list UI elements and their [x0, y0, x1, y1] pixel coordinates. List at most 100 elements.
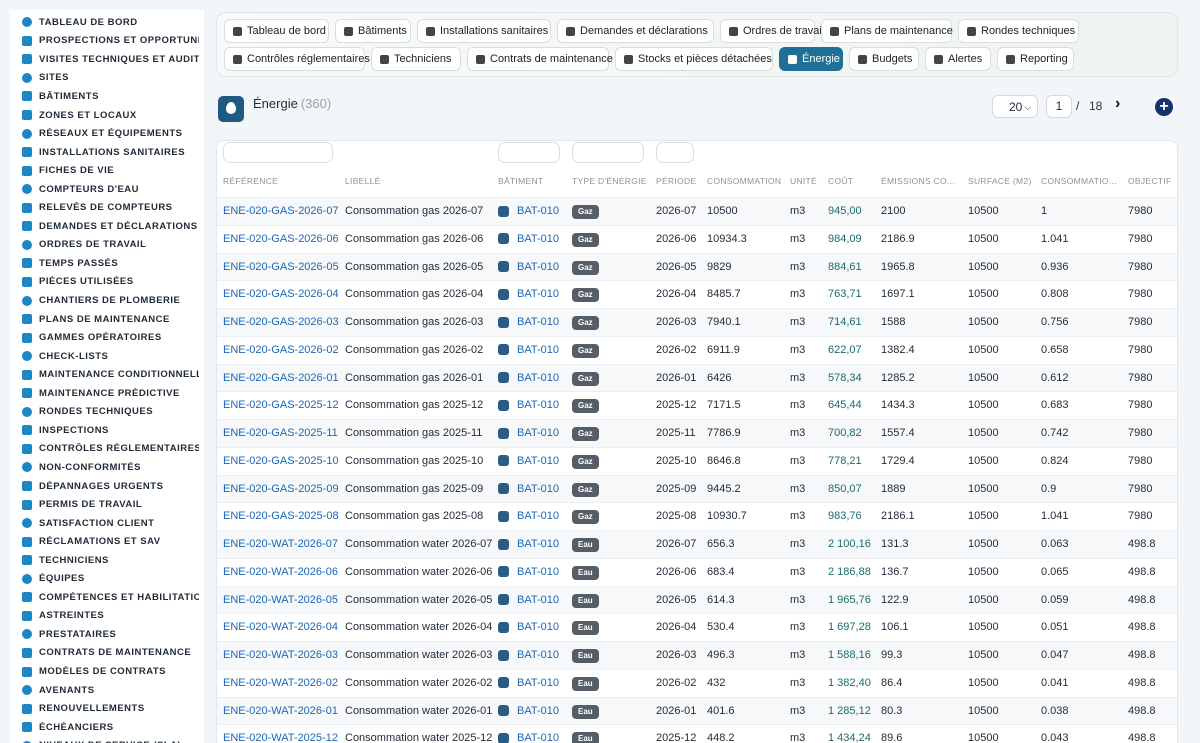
nav-tab[interactable]: Bâtiments — [335, 19, 411, 43]
table-row[interactable]: ENE-020-GAS-2025-09 Consommation gas 2025… — [217, 474, 1177, 503]
column-header[interactable]: BÂTIMENT — [498, 176, 543, 186]
reference-link[interactable]: ENE-020-GAS-2025-08 — [223, 510, 339, 522]
sidebar-item[interactable]: NON-CONFORMITÉS — [10, 458, 199, 477]
column-header[interactable]: CONSOMMATIO... — [1041, 176, 1119, 186]
nav-tab[interactable]: Contrats de maintenance — [467, 47, 613, 71]
sidebar-item[interactable]: PRESTATAIRES — [10, 625, 199, 644]
sidebar-item[interactable]: BÂTIMENTS — [10, 87, 199, 106]
table-row[interactable]: ENE-020-GAS-2026-01 Consommation gas 2026… — [217, 363, 1177, 392]
table-row[interactable]: ENE-020-WAT-2026-03 Consommation water 20… — [217, 641, 1177, 669]
sidebar-item[interactable]: PIÈCES UTILISÉES — [10, 273, 199, 292]
building-link[interactable]: BAT-010 — [498, 649, 559, 661]
table-row[interactable]: ENE-020-WAT-2026-07 Consommation water 20… — [217, 530, 1177, 558]
column-header[interactable]: COÛT — [828, 176, 853, 186]
sidebar-item[interactable]: RÉCLAMATIONS ET SAV — [10, 532, 199, 551]
reference-link[interactable]: ENE-020-WAT-2026-01 — [223, 705, 338, 717]
sidebar-item[interactable]: MODÈLES DE CONTRATS — [10, 662, 199, 681]
nav-tab-active[interactable]: Énergie — [779, 47, 843, 71]
reference-link[interactable]: ENE-020-GAS-2026-06 — [223, 233, 339, 245]
sidebar-item[interactable]: TEMPS PASSÉS — [10, 254, 199, 273]
table-row[interactable]: ENE-020-GAS-2025-12 Consommation gas 2025… — [217, 391, 1177, 419]
column-filter-input[interactable] — [223, 142, 333, 163]
column-header[interactable]: PÉRIODE — [656, 176, 696, 186]
table-row[interactable]: ENE-020-GAS-2025-08 Consommation gas 2025… — [217, 502, 1177, 530]
sidebar-item[interactable]: FICHES DE VIE — [10, 161, 199, 180]
sidebar-item[interactable]: MAINTENANCE CONDITIONNELLE — [10, 365, 199, 384]
table-row[interactable]: ENE-020-WAT-2026-06 Consommation water 20… — [217, 557, 1177, 586]
reference-link[interactable]: ENE-020-WAT-2026-06 — [223, 566, 338, 578]
column-header[interactable]: UNITÉ — [790, 176, 817, 186]
column-header[interactable]: RÉFÉRENCE — [223, 176, 278, 186]
sidebar-item[interactable]: ÉQUIPES — [10, 570, 199, 589]
column-header[interactable]: ÉMISSIONS CO... — [881, 176, 959, 186]
table-row[interactable]: ENE-020-GAS-2025-10 Consommation gas 2025… — [217, 446, 1177, 475]
building-link[interactable]: BAT-010 — [498, 427, 559, 439]
table-row[interactable]: ENE-020-GAS-2026-03 Consommation gas 2026… — [217, 308, 1177, 336]
building-link[interactable]: BAT-010 — [498, 621, 559, 633]
table-row[interactable]: ENE-020-WAT-2025-12 Consommation water 20… — [217, 724, 1177, 743]
sidebar-item[interactable]: GAMMES OPÉRATOIRES — [10, 328, 199, 347]
sidebar-item[interactable]: ZONES ET LOCAUX — [10, 106, 199, 125]
sidebar-item[interactable]: PLANS DE MAINTENANCE — [10, 310, 199, 329]
reference-link[interactable]: ENE-020-GAS-2025-11 — [223, 427, 338, 439]
sidebar-item[interactable]: ASTREINTES — [10, 607, 199, 626]
reference-link[interactable]: ENE-020-GAS-2026-07 — [223, 205, 339, 217]
page-size-select[interactable]: 20 ⌵ — [992, 95, 1038, 118]
column-header[interactable]: CONSOMMATION — [707, 176, 781, 186]
sidebar-item[interactable]: PERMIS DE TRAVAIL — [10, 495, 199, 514]
table-row[interactable]: ENE-020-WAT-2026-02 Consommation water 20… — [217, 668, 1177, 697]
building-link[interactable]: BAT-010 — [498, 732, 559, 743]
building-link[interactable]: BAT-010 — [498, 566, 559, 578]
nav-tab[interactable]: Stocks et pièces détachées — [615, 47, 773, 71]
nav-tab[interactable]: Reporting — [997, 47, 1074, 71]
reference-link[interactable]: ENE-020-WAT-2026-04 — [223, 621, 338, 633]
nav-tab[interactable]: Rondes techniques — [958, 19, 1079, 43]
table-row[interactable]: ENE-020-WAT-2026-01 Consommation water 20… — [217, 696, 1177, 725]
nav-tab[interactable]: Techniciens — [371, 47, 461, 71]
nav-tab[interactable]: Contrôles réglementaires — [224, 47, 370, 71]
table-row[interactable]: ENE-020-GAS-2026-06 Consommation gas 2026… — [217, 224, 1177, 253]
add-record-button[interactable]: + — [1155, 98, 1173, 116]
sidebar-item[interactable]: PROSPECTIONS ET OPPORTUNITÉS — [10, 32, 199, 51]
building-link[interactable]: BAT-010 — [498, 538, 559, 550]
sidebar-item[interactable]: RONDES TECHNIQUES — [10, 403, 199, 422]
column-filter-input[interactable] — [498, 142, 560, 163]
reference-link[interactable]: ENE-020-GAS-2026-01 — [223, 372, 339, 384]
building-link[interactable]: BAT-010 — [498, 594, 559, 606]
reference-link[interactable]: ENE-020-WAT-2026-07 — [223, 538, 338, 550]
current-page-input[interactable]: 1 — [1046, 95, 1072, 118]
nav-tab[interactable]: Demandes et déclarations — [557, 19, 714, 43]
sidebar-item[interactable]: COMPÉTENCES ET HABILITATIONS — [10, 588, 199, 607]
table-row[interactable]: ENE-020-GAS-2026-04 Consommation gas 2026… — [217, 280, 1177, 308]
column-header[interactable]: OBJECTIF — [1128, 176, 1172, 186]
sidebar-item[interactable]: COMPTEURS D'EAU — [10, 180, 199, 199]
sidebar-item[interactable]: TABLEAU DE BORD — [10, 13, 199, 32]
table-row[interactable]: ENE-020-GAS-2026-05 Consommation gas 2026… — [217, 252, 1177, 281]
sidebar-item[interactable]: DEMANDES ET DÉCLARATIONS — [10, 217, 199, 236]
sidebar-item[interactable]: SATISFACTION CLIENT — [10, 514, 199, 533]
building-link[interactable]: BAT-010 — [498, 705, 559, 717]
sidebar-item[interactable]: CHANTIERS DE PLOMBERIE — [10, 291, 199, 310]
next-page-button[interactable]: › — [1115, 95, 1120, 113]
table-row[interactable]: ENE-020-WAT-2026-05 Consommation water 20… — [217, 585, 1177, 614]
sidebar-item[interactable]: DÉPANNAGES URGENTS — [10, 477, 199, 496]
nav-tab[interactable]: Ordres de travail — [720, 19, 824, 43]
sidebar-item[interactable]: INSPECTIONS — [10, 421, 199, 440]
reference-link[interactable]: ENE-020-WAT-2026-02 — [223, 677, 338, 689]
sidebar-item[interactable]: ORDRES DE TRAVAIL — [10, 236, 199, 255]
sidebar-item[interactable]: MAINTENANCE PRÉDICTIVE — [10, 384, 199, 403]
reference-link[interactable]: ENE-020-GAS-2026-04 — [223, 288, 339, 300]
building-link[interactable]: BAT-010 — [498, 455, 559, 467]
nav-tab[interactable]: Alertes — [925, 47, 991, 71]
reference-link[interactable]: ENE-020-WAT-2026-05 — [223, 594, 338, 606]
building-link[interactable]: BAT-010 — [498, 288, 559, 300]
reference-link[interactable]: ENE-020-GAS-2025-09 — [223, 483, 339, 495]
sidebar-item[interactable]: INSTALLATIONS SANITAIRES — [10, 143, 199, 162]
sidebar-item[interactable]: AVENANTS — [10, 681, 199, 700]
reference-link[interactable]: ENE-020-GAS-2025-10 — [223, 455, 339, 467]
building-link[interactable]: BAT-010 — [498, 233, 559, 245]
sidebar-item[interactable]: SITES — [10, 69, 199, 88]
sidebar-item[interactable]: RENOUVELLEMENTS — [10, 699, 199, 718]
table-row[interactable]: ENE-020-WAT-2026-04 Consommation water 20… — [217, 613, 1177, 641]
table-row[interactable]: ENE-020-GAS-2026-07 Consommation gas 2026… — [217, 197, 1177, 225]
